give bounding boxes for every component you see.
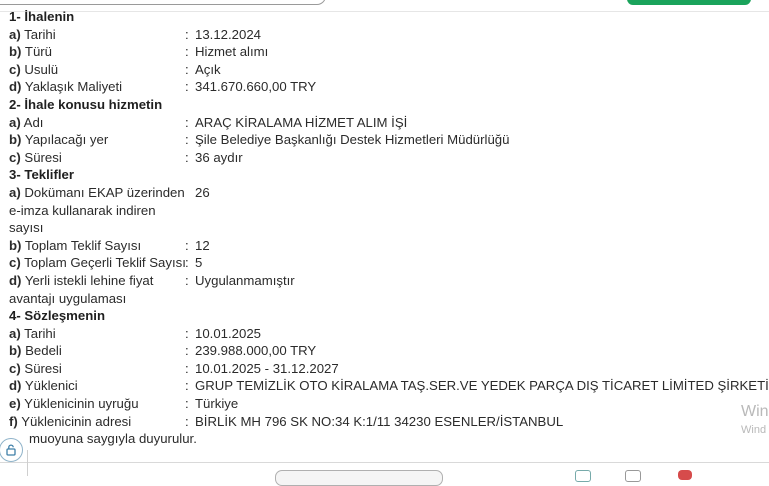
field-row: e) Yüklenicinin uyruğu : Türkiye	[9, 396, 239, 412]
field-value: Türkiye	[195, 396, 239, 412]
field-value: ARAÇ KİRALAMA HİZMET ALIM İŞİ	[195, 114, 408, 130]
top-action-button[interactable]	[627, 0, 751, 5]
field-value: 239.988.000,00 TRY	[195, 343, 317, 359]
field-value: 5	[195, 255, 203, 271]
field-value: 26	[195, 184, 210, 200]
field-value: 36 aydır	[195, 149, 243, 165]
bottom-icon[interactable]	[575, 470, 591, 482]
field-row: b) Toplam Teklif Sayısı : 12	[9, 237, 210, 253]
field-row: a) Adı : ARAÇ KİRALAMA HİZMET ALIM İŞİ	[9, 114, 408, 130]
top-toolbar	[0, 0, 769, 8]
field-row: f) Yüklenicinin adresi : BİRLİK MH 796 S…	[9, 413, 564, 429]
field-value: Uygulanmamıştır	[195, 272, 295, 288]
field-value: Şile Belediye Başkanlığı Destek Hizmetle…	[195, 132, 510, 148]
field-row: c) Süresi : 36 aydır	[9, 149, 243, 165]
section-title-teklifler: 3- Teklifler	[9, 167, 74, 183]
field-row: a) Tarihi : 10.01.2025	[9, 325, 262, 341]
field-row: a) Tarihi : 13.12.2024	[9, 26, 262, 42]
top-search-input[interactable]	[0, 0, 326, 5]
activation-watermark: Win	[741, 403, 769, 420]
field-row: c) Süresi : 10.01.2025 - 31.12.2027	[9, 360, 339, 376]
bottom-icon[interactable]	[678, 470, 692, 480]
field-row: a) Dokümanı EKAP üzerinden e-imza kullan…	[9, 184, 210, 236]
field-row: d) Yaklaşık Maliyeti : 341.670.660,00 TR…	[9, 79, 317, 95]
field-value: 10.01.2025	[195, 325, 262, 341]
lock-button[interactable]	[0, 438, 23, 462]
tender-announcement: 1- İhalenin a) Tarihi : 13.12.2024 b) Tü…	[9, 8, 769, 448]
field-row: b) Yapılacağı yer : Şile Belediye Başkan…	[9, 132, 510, 148]
field-row: b) Türü : Hizmet alımı	[9, 44, 269, 60]
closing-text: muoyuna saygıyla duyurulur.	[29, 431, 197, 447]
field-value: 12	[195, 237, 210, 253]
section-title-hizmet: 2- İhale konusu hizmetin	[9, 96, 163, 112]
bottom-input[interactable]	[275, 470, 443, 486]
field-value: BİRLİK MH 796 SK NO:34 K:1/11 34230 ESEN…	[195, 413, 564, 429]
bottom-separator	[27, 450, 28, 476]
section-title-sozlesme: 4- Sözleşmenin	[9, 308, 106, 324]
field-row: d) Yerli istekli lehine fiyat avantajı u…	[9, 272, 295, 306]
field-value: 10.01.2025 - 31.12.2027	[195, 360, 339, 376]
field-row: c) Usulü : Açık	[9, 61, 221, 77]
field-row: d) Yüklenici : GRUP TEMİZLİK OTO KİRALAM…	[9, 377, 769, 395]
field-value: GRUP TEMİZLİK OTO KİRALAMA TAŞ.SER.VE YE…	[195, 378, 769, 394]
bottom-icon[interactable]	[625, 470, 641, 482]
bottom-divider	[0, 462, 769, 463]
field-row: c) Toplam Geçerli Teklif Sayısı : 5	[9, 255, 203, 271]
activation-watermark-sub: Wind	[741, 424, 767, 436]
field-row: b) Bedeli : 239.988.000,00 TRY	[9, 343, 317, 359]
field-value: 341.670.660,00 TRY	[195, 79, 317, 95]
field-value: Açık	[195, 61, 221, 77]
field-value: 13.12.2024	[195, 26, 262, 42]
field-value: Hizmet alımı	[195, 44, 269, 60]
section-title-ihale: 1- İhalenin	[9, 9, 75, 24]
